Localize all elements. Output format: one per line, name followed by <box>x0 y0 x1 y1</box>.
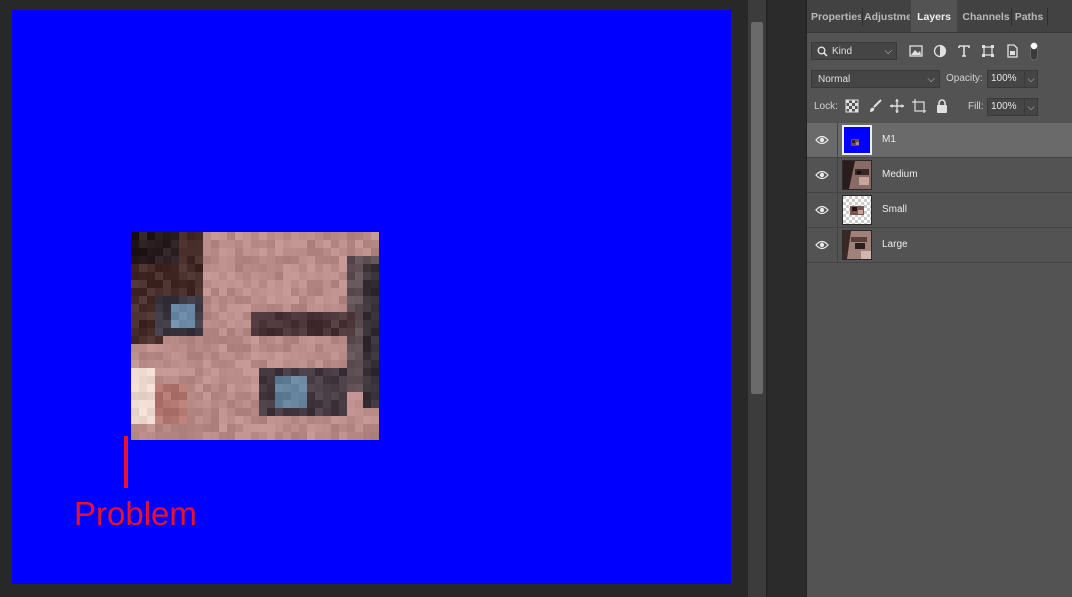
eye-icon <box>815 205 829 215</box>
image-filter-icon[interactable] <box>908 43 924 59</box>
annotation-label: Problem <box>74 495 197 532</box>
lock-image-pixels-icon[interactable] <box>867 98 883 114</box>
adjustment-filter-icon[interactable] <box>932 43 948 59</box>
visibility-toggle[interactable] <box>807 123 838 157</box>
filter-kind-dropdown[interactable]: Kind ⌵ <box>811 42 897 60</box>
lock-row: Lock: Fill: 100% ⌵ <box>807 94 1072 120</box>
layer-name: Medium <box>882 169 918 180</box>
annotation-line <box>124 436 128 488</box>
lock-artboard-icon[interactable] <box>911 98 927 114</box>
canvas-area: Problem <box>0 0 748 597</box>
layer-row-m1[interactable]: M1 <box>807 123 1072 158</box>
tab-layers[interactable]: Layers <box>911 0 957 32</box>
lock-all-icon[interactable] <box>934 98 950 114</box>
layer-name: Small <box>882 204 908 215</box>
layer-thumbnail-transparent <box>842 195 872 225</box>
layer-thumbnail-face <box>842 160 872 190</box>
layer-row-medium[interactable]: Medium <box>807 158 1072 193</box>
layer-thumbnail-blue <box>842 125 872 155</box>
opacity-label: Opacity: <box>946 73 983 84</box>
chevron-down-icon: ⌵ <box>927 74 935 85</box>
tab-properties[interactable]: Properties <box>811 0 861 32</box>
pixelated-face-image <box>131 232 379 440</box>
layer-filter-row: Kind ⌵ <box>807 38 1072 64</box>
tab-separator <box>862 8 863 26</box>
layer-name: M1 <box>882 134 896 145</box>
scrollbar-thumb[interactable] <box>751 22 763 394</box>
shape-filter-icon[interactable] <box>980 43 996 59</box>
eye-icon <box>815 240 829 250</box>
eye-icon <box>815 170 829 180</box>
layer-row-small[interactable]: Small <box>807 193 1072 228</box>
lock-position-icon[interactable] <box>889 98 905 114</box>
tab-separator <box>1047 8 1048 26</box>
opacity-slider-button[interactable]: ⌵ <box>1024 70 1038 88</box>
layers-panel: Properties Adjustments Layers Channels P… <box>806 0 1072 597</box>
tab-channels[interactable]: Channels <box>961 0 1011 32</box>
smart-object-filter-icon[interactable] <box>1004 43 1020 59</box>
type-filter-icon[interactable] <box>956 43 972 59</box>
layer-thumbnail-face <box>842 230 872 260</box>
panel-tabs: Properties Adjustments Layers Channels P… <box>807 0 1072 33</box>
visibility-toggle[interactable] <box>807 193 838 227</box>
search-icon <box>817 46 828 57</box>
panel-dock-gutter <box>766 0 807 597</box>
filter-kind-label: Kind <box>832 46 853 57</box>
fill-field[interactable]: 100% <box>987 98 1025 116</box>
blend-mode-dropdown[interactable]: Normal ⌵ <box>811 70 940 88</box>
blend-row: Normal ⌵ Opacity: 100% ⌵ <box>807 66 1072 92</box>
layer-row-large[interactable]: Large <box>807 228 1072 263</box>
tab-adjustments[interactable]: Adjustments <box>864 0 910 32</box>
visibility-toggle[interactable] <box>807 228 838 262</box>
visibility-toggle[interactable] <box>807 158 838 192</box>
layer-list: M1 Medium Small Large <box>807 123 1072 263</box>
tab-paths[interactable]: Paths <box>1012 0 1046 32</box>
layer-name: Large <box>882 239 908 250</box>
lock-label: Lock: <box>814 101 838 112</box>
lock-transparent-pixels-icon[interactable] <box>844 98 860 114</box>
chevron-down-icon: ⌵ <box>884 46 892 57</box>
filter-toggle-icon[interactable] <box>1029 40 1039 62</box>
eye-icon <box>815 135 829 145</box>
blend-mode-value: Normal <box>818 74 851 85</box>
opacity-field[interactable]: 100% <box>987 70 1025 88</box>
fill-label: Fill: <box>968 101 984 112</box>
fill-slider-button[interactable]: ⌵ <box>1024 98 1038 116</box>
